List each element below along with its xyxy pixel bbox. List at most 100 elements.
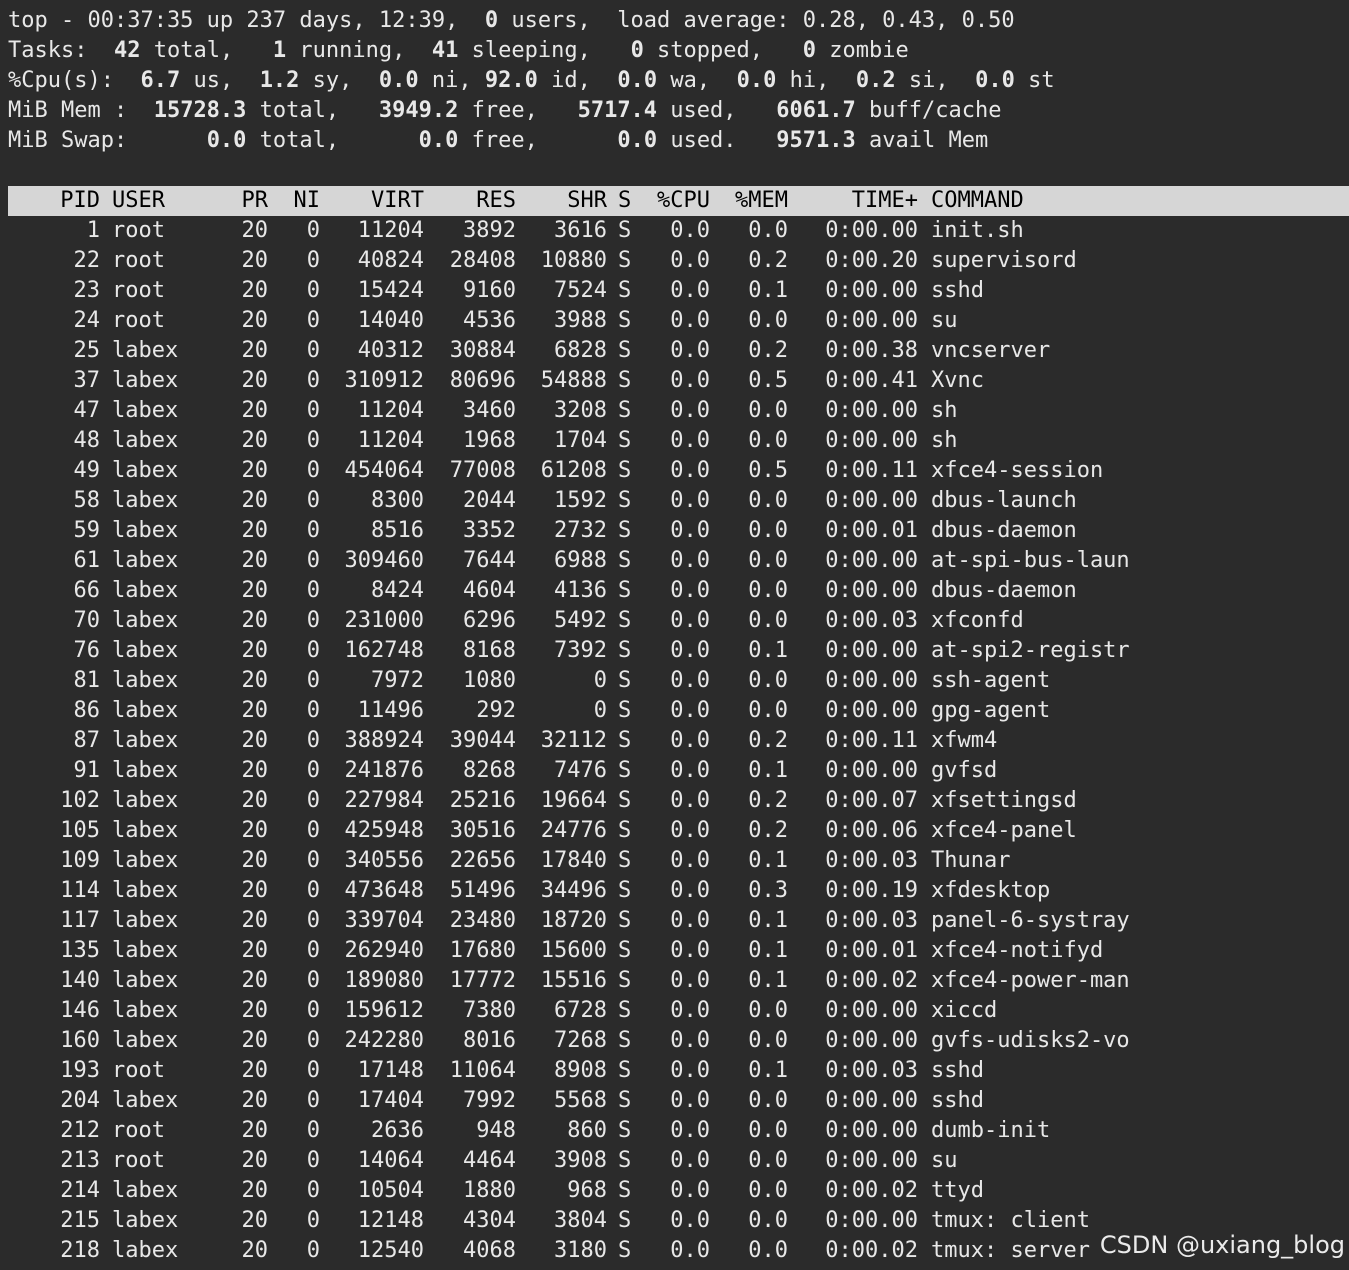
swap-used: 0.0 — [617, 128, 658, 153]
cell-s: S — [618, 1238, 632, 1263]
cell-pr: 20 — [241, 1088, 269, 1113]
table-row: 91 labex 20 0 241876 8268 7476 S 0.0 0.1 0:00.00 gv… — [8, 756, 1208, 786]
cell-pid: 146 — [60, 998, 100, 1023]
cell-pr: 20 — [241, 968, 269, 993]
cell-mem: 0.1 — [748, 938, 788, 963]
cell-shr: 6988 — [554, 548, 607, 573]
cell-shr: 968 — [567, 1178, 607, 1203]
cell-time: 0:00.01 — [825, 518, 918, 543]
cell-user: labex — [112, 458, 179, 483]
cell-s: S — [618, 458, 632, 483]
cell-command: gvfs-udisks2-vo — [931, 1028, 1130, 1053]
cell-shr: 3616 — [554, 218, 607, 243]
cell-cpu: 0.0 — [670, 248, 710, 273]
cell-s: S — [618, 368, 632, 393]
cell-virt: 40312 — [357, 338, 424, 363]
cell-s: S — [618, 1148, 632, 1173]
cell-pid: 81 — [73, 668, 101, 693]
cell-shr: 7476 — [554, 758, 607, 783]
table-row: 140 labex 20 0 189080 17772 15516 S 0.0 0.1 0:00.0… — [8, 966, 1208, 996]
cell-ni: 0 — [306, 728, 320, 753]
cell-shr: 5492 — [554, 608, 607, 633]
table-row: 49 labex 20 0 454064 77008 61208 S 0.0 0.5 0:00.11… — [8, 456, 1208, 486]
cell-pr: 20 — [241, 488, 269, 513]
cpu-us: 6.7 — [140, 68, 181, 93]
cell-command: sshd — [931, 278, 984, 303]
cell-mem: 0.1 — [748, 848, 788, 873]
cell-s: S — [618, 578, 632, 603]
cell-shr: 54888 — [540, 368, 607, 393]
cell-ni: 0 — [306, 308, 320, 333]
cell-command: xfconfd — [931, 608, 1024, 633]
table-row: 213 root 20 0 14064 4464 3908 S 0.0 0.0 0:00.00 su — [8, 1146, 1208, 1176]
cell-pr: 20 — [241, 998, 269, 1023]
cell-mem: 0.5 — [748, 458, 788, 483]
cell-command: sh — [931, 428, 958, 453]
cell-command: dbus-launch — [931, 488, 1077, 513]
cell-command: vncserver — [931, 338, 1051, 363]
cell-cpu: 0.0 — [670, 938, 710, 963]
table-row: 105 labex 20 0 425948 30516 24776 S 0.0 0.2 0:00.0… — [8, 816, 1208, 846]
cell-ni: 0 — [306, 428, 320, 453]
cell-cpu: 0.0 — [670, 638, 710, 663]
cell-pr: 20 — [241, 638, 269, 663]
cell-user: labex — [112, 488, 179, 513]
cell-cpu: 0.0 — [670, 998, 710, 1023]
table-row: 215 labex 20 0 12148 4304 3804 S 0.0 0.0 0:00.00 tm… — [8, 1206, 1208, 1236]
cell-pid: 76 — [73, 638, 101, 663]
cell-shr: 6728 — [554, 998, 607, 1023]
mem-total: 15728.3 — [153, 98, 247, 123]
cell-s: S — [618, 488, 632, 513]
cell-res: 4604 — [463, 578, 516, 603]
cell-shr: 7392 — [554, 638, 607, 663]
cell-res: 9160 — [463, 278, 516, 303]
cell-cpu: 0.0 — [670, 818, 710, 843]
cell-cpu: 0.0 — [670, 728, 710, 753]
cell-pid: 22 — [73, 248, 101, 273]
cell-pr: 20 — [241, 1208, 269, 1233]
cell-s: S — [618, 728, 632, 753]
cell-virt: 40824 — [357, 248, 424, 273]
cell-shr: 34496 — [540, 878, 607, 903]
cell-ni: 0 — [306, 788, 320, 813]
cell-user: root — [112, 278, 165, 303]
cpu-hi: 0.0 — [736, 68, 777, 93]
cell-command: ttyd — [931, 1178, 984, 1203]
cell-virt: 162748 — [344, 638, 424, 663]
cell-user: labex — [112, 818, 179, 843]
cell-user: labex — [112, 338, 179, 363]
cell-pid: 214 — [60, 1178, 100, 1203]
cell-shr: 5568 — [554, 1088, 607, 1113]
column-header-virt: VIRT — [371, 188, 424, 213]
cell-cpu: 0.0 — [670, 788, 710, 813]
table-row: 81 labex 20 0 7972 1080 0 S 0.0 0.0 0:00.00 ssh-age… — [8, 666, 1208, 696]
cell-s: S — [618, 698, 632, 723]
table-row: 160 labex 20 0 242280 8016 7268 S 0.0 0.0 0:00.00 g… — [8, 1026, 1208, 1056]
cell-ni: 0 — [306, 818, 320, 843]
cell-cpu: 0.0 — [670, 308, 710, 333]
cell-shr: 10880 — [540, 248, 607, 273]
cell-ni: 0 — [306, 278, 320, 303]
cell-mem: 0.0 — [748, 518, 788, 543]
column-header-mem: %MEM — [735, 188, 788, 213]
cell-pr: 20 — [241, 428, 269, 453]
cell-command: gvfsd — [931, 758, 998, 783]
cell-res: 7992 — [463, 1088, 516, 1113]
cell-virt: 14064 — [357, 1148, 424, 1173]
table-row: 70 labex 20 0 231000 6296 5492 S 0.0 0.0 0:00.03 xf… — [8, 606, 1208, 636]
cpu-si: 0.2 — [855, 68, 896, 93]
table-row: 22 root 20 0 40824 28408 10880 S 0.0 0.2 0:00.20 su… — [8, 246, 1208, 276]
cell-time: 0:00.00 — [825, 1148, 918, 1173]
cell-pid: 23 — [73, 278, 101, 303]
cell-cpu: 0.0 — [670, 698, 710, 723]
cell-cpu: 0.0 — [670, 1058, 710, 1083]
cell-time: 0:00.07 — [825, 788, 918, 813]
cell-cpu: 0.0 — [670, 338, 710, 363]
cell-ni: 0 — [306, 1178, 320, 1203]
cell-user: root — [112, 1118, 165, 1143]
cell-cpu: 0.0 — [670, 758, 710, 783]
cell-time: 0:00.00 — [825, 668, 918, 693]
swap-total: 0.0 — [206, 128, 247, 153]
cell-virt: 12148 — [357, 1208, 424, 1233]
cell-pid: 215 — [60, 1208, 100, 1233]
